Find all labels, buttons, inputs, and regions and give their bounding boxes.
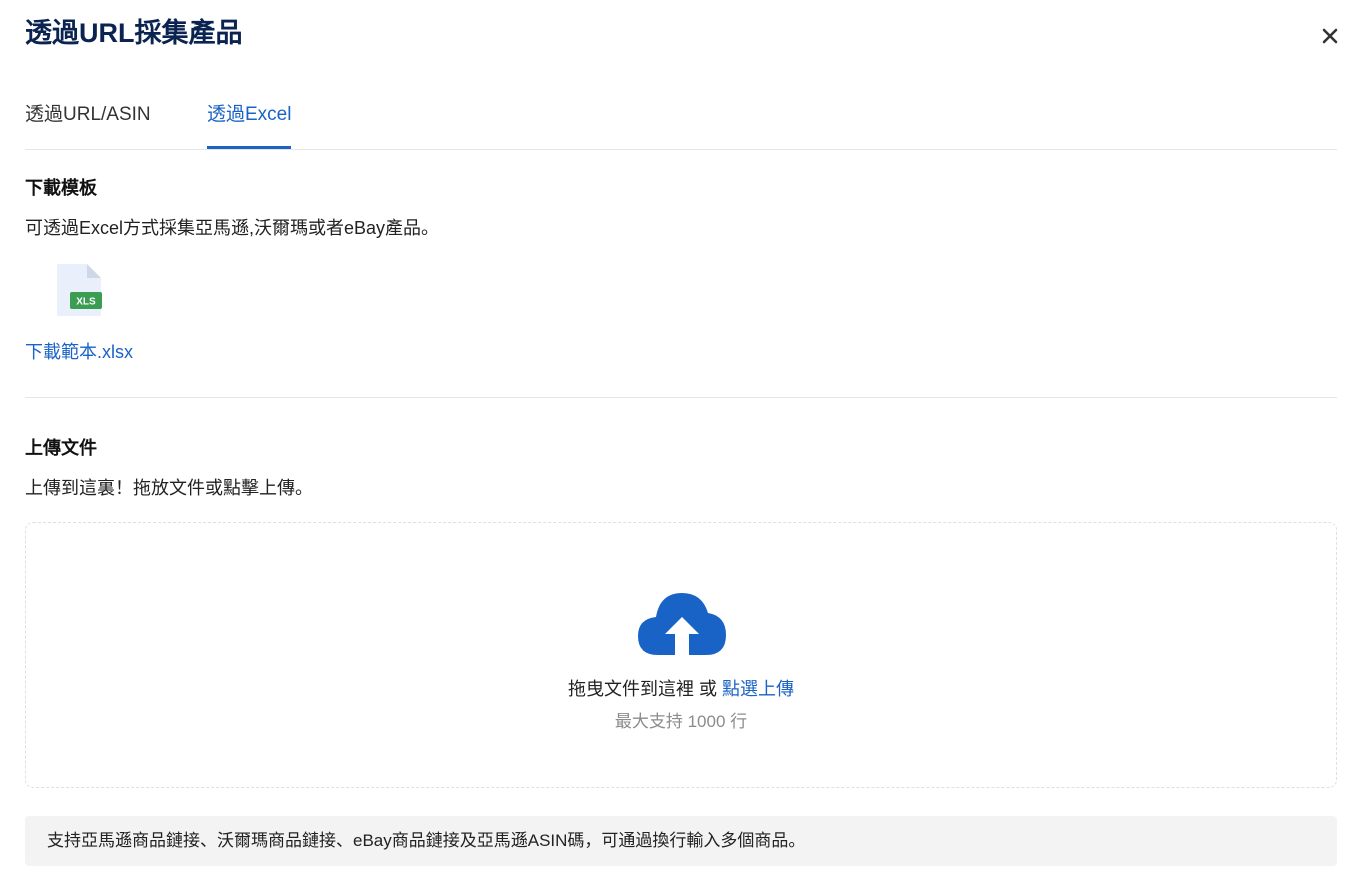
cloud-upload-icon [638,593,726,655]
xls-file-icon[interactable]: XLS [54,262,104,318]
download-section-title: 下載模板 [25,178,97,198]
upload-section-title: 上傳文件 [25,438,97,458]
close-icon [1322,28,1338,44]
download-template-link[interactable]: 下載範本.xlsx [25,338,133,364]
tab-excel[interactable]: 透過Excel [207,92,292,149]
close-button[interactable] [1316,22,1344,50]
info-note: 支持亞馬遜商品鏈接、沃爾瑪商品鏈接、eBay商品鏈接及亞馬遜ASIN碼，可通過換… [25,816,1337,866]
upload-limit-text: 最大支持 1000 行 [614,712,748,731]
upload-dropzone[interactable]: 拖曳文件到這裡 或 點選上傳 最大支持 1000 行 [25,522,1337,788]
tab-bar: 透過URL/ASIN 透過Excel [25,92,1337,150]
download-description: 可透過Excel方式採集亞馬遜,沃爾瑪或者eBay產品。 [25,218,440,238]
dropzone-text: 拖曳文件到這裡 或 點選上傳 [26,675,1336,701]
upload-description: 上傳到這裏！拖放文件或點擊上傳。 [25,478,313,498]
dropzone-drag-text: 拖曳文件到這裡 或 [567,679,722,699]
dialog-title: 透過URL採集產品 [25,18,243,48]
xls-badge-text: XLS [76,297,96,308]
tab-url-asin[interactable]: 透過URL/ASIN [25,92,151,149]
select-upload-link[interactable]: 點選上傳 [722,679,794,699]
section-divider [25,397,1337,398]
